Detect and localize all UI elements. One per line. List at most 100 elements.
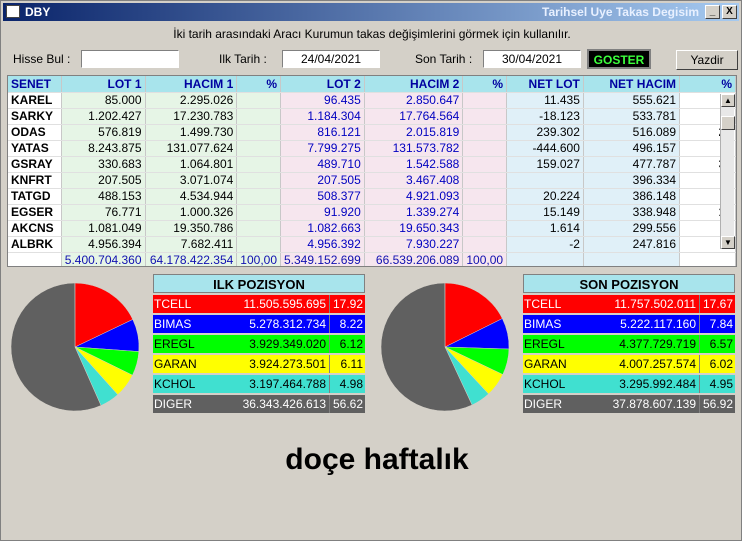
column-header[interactable]: NET LOT (506, 76, 584, 93)
table-cell: 338.948 (583, 204, 681, 221)
legend-name: GARAN (154, 357, 197, 371)
table-cell: 7.682.411 (145, 236, 238, 253)
table-cell (462, 124, 508, 141)
legend-percent: 7.84 (699, 315, 735, 333)
son-tarih-input[interactable]: 30/04/2021 (483, 50, 581, 68)
table-cell: 516.089 (583, 124, 681, 141)
table-row[interactable]: AKCNS 1.081.049 19.350.786 1.082.663 19.650.… (8, 220, 736, 237)
table-cell: 19.350.786 (145, 220, 238, 237)
table-cell (462, 108, 508, 125)
total-cell (506, 252, 584, 266)
title-bar[interactable]: DBY Tarihsel Uye Takas Degisim _ X (3, 3, 739, 21)
table-cell: 496.157 (583, 140, 681, 157)
table-row[interactable]: TATGD 488.153 4.534.944 508.377 4.921.093 20.… (8, 188, 736, 205)
table-row[interactable]: KAREL 85.000 2.295.026 96.435 2.850.647 11.43… (8, 92, 736, 109)
table-cell: 7.930.227 (364, 236, 464, 253)
column-header[interactable]: HACIM 2 (364, 76, 464, 93)
table-cell: 76.771 (61, 204, 146, 221)
total-cell (679, 252, 736, 266)
legend-percent: 17.92 (329, 295, 365, 313)
total-row: 5.400.704.360 64.178.422.354 100,00 5.349.1… (8, 252, 736, 266)
table-cell: 1.614 (506, 220, 584, 237)
vertical-scrollbar[interactable]: ▲ ▼ (720, 94, 735, 249)
table-cell: 19.650.343 (364, 220, 464, 237)
goster-button[interactable]: GOSTER (587, 49, 651, 69)
table-row[interactable]: SARKY 1.202.427 17.230.783 1.184.304 17.764.… (8, 108, 736, 125)
legend-name: TCELL (524, 297, 562, 311)
data-grid[interactable]: SENET LOT 1 HACIM 1% LOT 2 HACIM 2% NET LOT NE… (7, 75, 737, 267)
minimize-button[interactable]: _ (705, 5, 720, 19)
legend-value: 37.878.607.139 (612, 397, 696, 411)
table-cell: 85.000 (61, 92, 146, 109)
legend-row-bimas: BIMAS 5.278.312.734 8.22 (153, 315, 365, 333)
legend-percent: 6.02 (699, 355, 735, 373)
legend-name: EREGL (154, 337, 195, 351)
table-cell: ALBRK (8, 236, 62, 253)
column-header[interactable]: SENET (8, 76, 62, 93)
table-cell: 91.920 (280, 204, 365, 221)
legend-name: GARAN (524, 357, 567, 371)
table-cell (236, 92, 281, 109)
table-cell: 2.295.026 (145, 92, 238, 109)
hisse-search-input[interactable] (81, 50, 179, 68)
column-header[interactable]: HACIM 1 (145, 76, 238, 93)
legend-percent: 6.12 (329, 335, 365, 353)
column-header[interactable]: NET HACIM (583, 76, 681, 93)
ilk-tarih-input[interactable]: 24/04/2021 (282, 50, 380, 68)
table-row[interactable]: GSRAY 330.683 1.064.801 489.710 1.542.588 159… (8, 156, 736, 173)
app-icon (6, 5, 20, 18)
ilk-pozisyon-legend: ILK POZISYON TCELL 11.505.595.695 17.92 BIM… (153, 274, 365, 413)
table-cell (236, 108, 281, 125)
table-cell: 386.148 (583, 188, 681, 205)
legend-name: EREGL (524, 337, 565, 351)
table-row[interactable]: YATAS 8.243.875 131.077.624 7.799.275 131.57… (8, 140, 736, 157)
table-cell: KNFRT (8, 172, 62, 189)
table-cell: 8.243.875 (61, 140, 146, 157)
table-cell: 816.121 (280, 124, 365, 141)
table-cell (236, 220, 281, 237)
table-cell (236, 172, 281, 189)
scroll-down-icon[interactable]: ▼ (721, 236, 735, 249)
scroll-up-icon[interactable]: ▲ (721, 94, 735, 107)
table-cell: GSRAY (8, 156, 62, 173)
legend-value: 36.343.426.613 (242, 397, 326, 411)
table-cell: 396.334 (583, 172, 681, 189)
table-cell: -444.600 (506, 140, 584, 157)
table-cell: KAREL (8, 92, 62, 109)
table-row[interactable]: ODAS 576.819 1.499.730 816.121 2.015.819 239.… (8, 124, 736, 141)
table-cell: 17.230.783 (145, 108, 238, 125)
table-cell: 477.787 (583, 156, 681, 173)
column-header[interactable]: LOT 2 (280, 76, 365, 93)
yazdir-button[interactable]: Yazdir (676, 50, 738, 70)
table-cell (236, 204, 281, 221)
table-cell: -2 (506, 236, 584, 253)
table-row[interactable]: EGSER 76.771 1.000.326 91.920 1.339.274 15.14… (8, 204, 736, 221)
column-header[interactable]: % (679, 76, 736, 93)
table-cell (462, 188, 508, 205)
table-cell: -18.123 (506, 108, 584, 125)
window-subtitle: Tarihsel Uye Takas Degisim (542, 5, 699, 19)
table-cell: 15.149 (506, 204, 584, 221)
legend-value: 11.757.502.011 (614, 297, 696, 311)
table-cell: 17.764.564 (364, 108, 464, 125)
table-cell: 1.081.049 (61, 220, 146, 237)
son-tarih-label: Son Tarih : (415, 52, 473, 66)
table-cell: 3.071.074 (145, 172, 238, 189)
table-cell: 207.505 (61, 172, 146, 189)
close-button[interactable]: X (722, 5, 737, 19)
column-header[interactable]: % (236, 76, 281, 93)
table-cell (506, 172, 584, 189)
table-cell (462, 220, 508, 237)
table-cell: 20.224 (506, 188, 584, 205)
scroll-thumb[interactable] (721, 116, 735, 130)
column-header[interactable]: % (462, 76, 508, 93)
legend-value: 3.929.349.020 (249, 337, 326, 351)
column-header[interactable]: LOT 1 (61, 76, 146, 93)
table-cell: 576.819 (61, 124, 146, 141)
table-row[interactable]: KNFRT 207.505 3.071.074 207.505 3.467.408 396… (8, 172, 736, 189)
total-cell: 5.349.152.699 (280, 252, 365, 266)
table-row[interactable]: ALBRK 4.956.394 7.682.411 4.956.392 7.930.22… (8, 236, 736, 253)
legend-name: BIMAS (524, 317, 562, 331)
table-cell: 1.000.326 (145, 204, 238, 221)
ilk-tarih-label: Ilk Tarih : (219, 52, 267, 66)
